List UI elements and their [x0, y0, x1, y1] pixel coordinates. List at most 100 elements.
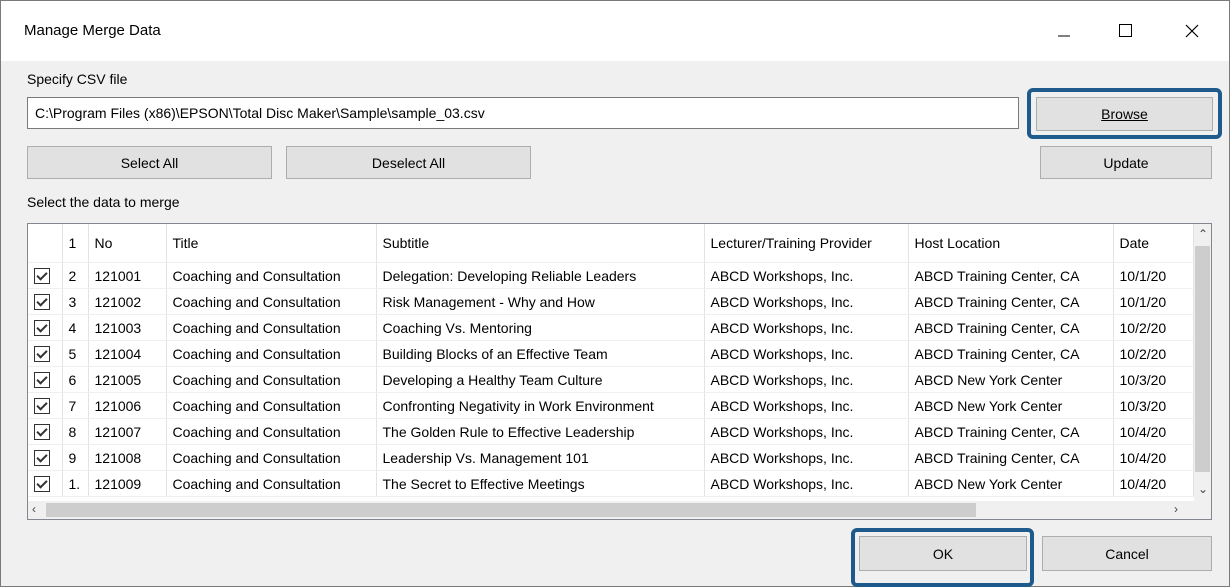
column-header[interactable]: Date: [1113, 224, 1194, 263]
cell-date: 10/3/20: [1113, 392, 1194, 419]
cell-date: 10/4/20: [1113, 444, 1194, 471]
vertical-scroll-thumb[interactable]: [1195, 246, 1210, 472]
cell-idx: 9: [62, 444, 89, 471]
row-checkbox-cell[interactable]: [28, 418, 63, 445]
cell-host: ABCD Training Center, CA: [908, 262, 1114, 289]
cell-host: ABCD Training Center, CA: [908, 418, 1114, 445]
table-row[interactable]: 6 121005 Coaching and Consultation Developi…: [28, 366, 1194, 393]
checkbox-icon[interactable]: [34, 398, 50, 415]
scroll-up-icon[interactable]: ⌃: [1198, 227, 1208, 241]
cell-lecturer: ABCD Workshops, Inc.: [704, 288, 909, 315]
cell-subtitle: Delegation: Developing Reliable Leaders: [376, 262, 705, 289]
cell-date: 10/1/20: [1113, 288, 1194, 315]
csv-path-field[interactable]: C:\Program Files (x86)\EPSON\Total Disc …: [27, 97, 1019, 129]
column-header[interactable]: Host Location: [908, 224, 1114, 263]
row-checkbox-cell[interactable]: [28, 470, 63, 497]
browse-label: Browse: [1101, 106, 1148, 122]
ok-button[interactable]: OK: [859, 536, 1027, 571]
cell-host: ABCD Training Center, CA: [908, 444, 1114, 471]
minimize-icon[interactable]: [1041, 11, 1087, 51]
checkbox-icon[interactable]: [34, 450, 50, 467]
cell-host: ABCD Training Center, CA: [908, 340, 1114, 367]
cell-host: ABCD New York Center: [908, 366, 1114, 393]
column-header[interactable]: Subtitle: [376, 224, 705, 263]
cell-idx: 8: [62, 418, 89, 445]
checkbox-icon[interactable]: [34, 320, 50, 337]
row-checkbox-cell[interactable]: [28, 392, 63, 419]
cell-title: Coaching and Consultation: [166, 470, 377, 497]
cell-idx: 4: [62, 314, 89, 341]
cell-title: Coaching and Consultation: [166, 340, 377, 367]
cell-no: 121002: [88, 288, 167, 315]
table-row[interactable]: 5 121004 Coaching and Consultation Building…: [28, 340, 1194, 367]
cell-subtitle: Leadership Vs. Management 101: [376, 444, 705, 471]
row-checkbox-cell[interactable]: [28, 288, 63, 315]
cell-idx: 1.: [62, 470, 89, 497]
row-checkbox-cell[interactable]: [28, 340, 63, 367]
row-checkbox-cell[interactable]: [28, 262, 63, 289]
merge-data-grid[interactable]: 1 No Title Subtitle Lecturer/Training Pr…: [27, 223, 1212, 520]
cell-subtitle: The Golden Rule to Effective Leadership: [376, 418, 705, 445]
checkbox-icon[interactable]: [34, 268, 50, 285]
row-checkbox-cell[interactable]: [28, 366, 63, 393]
table-row[interactable]: 3 121002 Coaching and Consultation Risk Man…: [28, 288, 1194, 315]
close-icon[interactable]: [1169, 11, 1215, 51]
deselect-all-button[interactable]: Deselect All: [286, 146, 531, 179]
cell-lecturer: ABCD Workshops, Inc.: [704, 444, 909, 471]
checkbox-icon[interactable]: [34, 294, 50, 311]
column-header[interactable]: Title: [166, 224, 377, 263]
cell-date: 10/1/20: [1113, 262, 1194, 289]
maximize-icon[interactable]: [1103, 11, 1149, 51]
cell-lecturer: ABCD Workshops, Inc.: [704, 392, 909, 419]
checkbox-icon[interactable]: [34, 372, 50, 389]
scroll-down-icon[interactable]: ⌄: [1198, 482, 1208, 496]
cell-no: 121003: [88, 314, 167, 341]
row-checkbox-cell[interactable]: [28, 444, 63, 471]
cell-host: ABCD New York Center: [908, 392, 1114, 419]
table-row[interactable]: 1. 121009 Coaching and Consultation The Sec…: [28, 470, 1194, 497]
table-row[interactable]: 4 121003 Coaching and Consultation Coaching…: [28, 314, 1194, 341]
cell-title: Coaching and Consultation: [166, 444, 377, 471]
cell-date: 10/4/20: [1113, 418, 1194, 445]
scroll-left-icon[interactable]: ‹: [32, 502, 36, 516]
scroll-right-icon[interactable]: ›: [1174, 502, 1178, 516]
csv-file-label: Specify CSV file: [27, 71, 128, 87]
cell-lecturer: ABCD Workshops, Inc.: [704, 314, 909, 341]
row-checkbox-cell[interactable]: [28, 314, 63, 341]
cell-host: ABCD Training Center, CA: [908, 314, 1114, 341]
cell-no: 121005: [88, 366, 167, 393]
cell-subtitle: Risk Management - Why and How: [376, 288, 705, 315]
cell-subtitle: Developing a Healthy Team Culture: [376, 366, 705, 393]
table-row[interactable]: 9 121008 Coaching and Consultation Leadersh…: [28, 444, 1194, 471]
browse-button[interactable]: Browse: [1036, 97, 1213, 131]
merge-data-table: 1 No Title Subtitle Lecturer/Training Pr…: [28, 224, 1194, 497]
cell-idx: 7: [62, 392, 89, 419]
cell-lecturer: ABCD Workshops, Inc.: [704, 340, 909, 367]
checkbox-icon[interactable]: [34, 424, 50, 441]
column-header[interactable]: No: [88, 224, 167, 263]
cell-no: 121006: [88, 392, 167, 419]
vertical-scrollbar[interactable]: ⌃ ⌄: [1194, 224, 1211, 502]
table-row[interactable]: 8 121007 Coaching and Consultation The Gold…: [28, 418, 1194, 445]
select-all-button[interactable]: Select All: [27, 146, 272, 179]
checkbox-icon[interactable]: [34, 476, 50, 493]
col-check-header: [28, 224, 63, 263]
manage-merge-data-dialog: Manage Merge Data Specify CSV file C:\Pr…: [0, 0, 1230, 587]
deselect-all-label: Deselect All: [371, 154, 446, 171]
title-bar: Manage Merge Data: [1, 1, 1229, 61]
cell-date: 10/4/20: [1113, 470, 1194, 497]
horizontal-scroll-thumb[interactable]: [46, 503, 976, 517]
update-button[interactable]: Update: [1040, 146, 1212, 179]
cell-title: Coaching and Consultation: [166, 392, 377, 419]
table-row[interactable]: 2 121001 Coaching and Consultation Delegati…: [28, 262, 1194, 289]
horizontal-scrollbar[interactable]: ‹ ›: [28, 501, 1211, 519]
column-header[interactable]: Lecturer/Training Provider: [704, 224, 909, 263]
column-header[interactable]: 1: [62, 224, 89, 263]
dialog-title: Manage Merge Data: [24, 22, 161, 39]
update-label: Update: [1103, 154, 1149, 171]
cancel-button[interactable]: Cancel: [1042, 536, 1212, 571]
cell-date: 10/2/20: [1113, 314, 1194, 341]
cell-lecturer: ABCD Workshops, Inc.: [704, 366, 909, 393]
table-row[interactable]: 7 121006 Coaching and Consultation Confront…: [28, 392, 1194, 419]
checkbox-icon[interactable]: [34, 346, 50, 363]
